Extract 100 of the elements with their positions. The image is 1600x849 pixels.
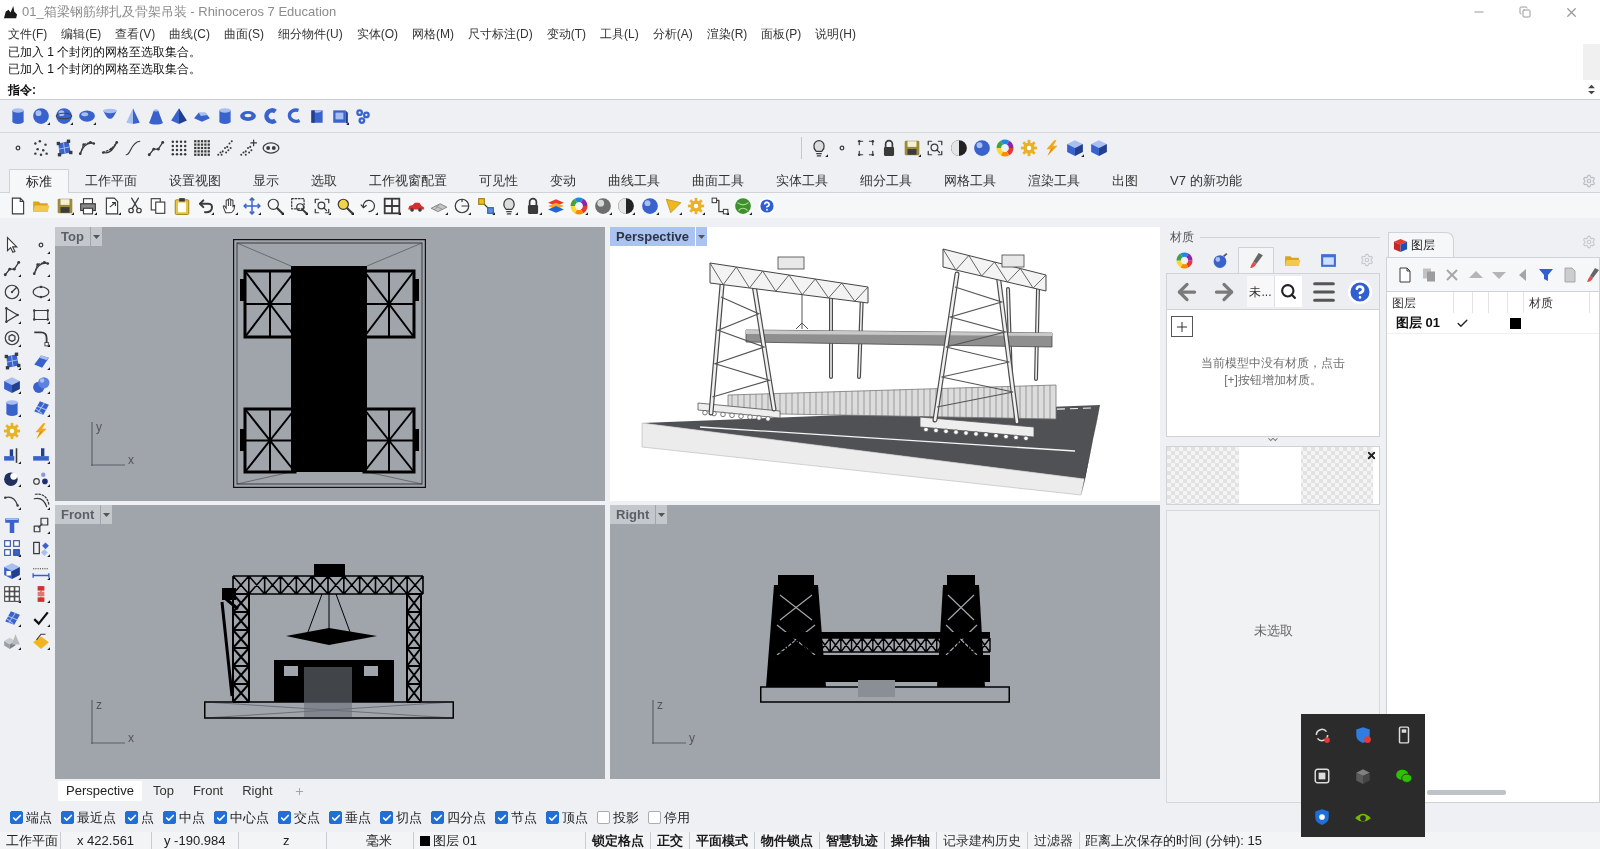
undo-icon[interactable]	[196, 196, 215, 215]
scattered-dots-icon[interactable]	[239, 139, 257, 157]
circle-icon[interactable]	[3, 282, 21, 301]
column-header[interactable]: 图层	[1387, 293, 1453, 312]
curve-icon[interactable]	[124, 139, 142, 157]
connector-icon[interactable]	[710, 196, 729, 215]
zoom-extents-icon[interactable]	[926, 139, 945, 157]
panel-tab[interactable]: 图层	[1388, 232, 1454, 257]
extrusion-icon[interactable]	[308, 107, 326, 125]
toolbar-tab[interactable]: 细分工具	[844, 169, 928, 193]
toolbar-tab[interactable]: 实体工具	[760, 169, 844, 193]
toolbar-tab[interactable]: 出图	[1096, 169, 1154, 193]
checkbox[interactable]	[278, 811, 291, 824]
menu-item[interactable]: 查看(V)	[115, 25, 156, 43]
screen-capture-icon[interactable]	[1312, 766, 1331, 785]
checkbox[interactable]	[329, 811, 342, 824]
split-icon[interactable]	[3, 445, 21, 464]
dot-grid-icon[interactable]	[193, 139, 211, 157]
panel-tab[interactable]	[1238, 247, 1274, 273]
viewport-menu-button[interactable]	[90, 227, 102, 246]
text-icon[interactable]	[3, 515, 21, 534]
cube-icon[interactable]	[1066, 139, 1085, 157]
menu-item[interactable]: 细分物件(U)	[278, 25, 343, 43]
zoom-icon[interactable]	[266, 196, 285, 215]
toolbar-tab[interactable]: 设置视图	[153, 169, 237, 193]
checkbox[interactable]	[380, 811, 393, 824]
nodes-icon[interactable]	[476, 196, 495, 215]
polygon-icon[interactable]	[3, 329, 21, 348]
new-file-icon[interactable]	[9, 196, 27, 215]
offset-icon[interactable]	[32, 492, 50, 511]
layer-name[interactable]: 图层 01	[1387, 313, 1453, 333]
sphere-icon[interactable]	[593, 196, 612, 215]
toolbar-tab[interactable]: V7 的新功能	[1154, 169, 1258, 193]
command-input[interactable]: 指令:	[0, 80, 1583, 99]
menu-item[interactable]: 实体(O)	[356, 25, 398, 43]
shaded-sphere-icon[interactable]	[949, 139, 968, 157]
viewport-menu-button[interactable]	[656, 505, 668, 524]
save-icon[interactable]	[903, 139, 922, 157]
viewport-menu-button[interactable]	[101, 505, 113, 524]
lattice-icon[interactable]	[3, 608, 21, 627]
checkbox[interactable]	[61, 811, 74, 824]
toolbar-tab[interactable]: 显示	[237, 169, 295, 193]
checkbox[interactable]	[214, 811, 227, 824]
viewport-title[interactable]: Top	[55, 227, 90, 246]
scale-icon[interactable]	[32, 515, 50, 534]
shield-icon[interactable]	[1312, 807, 1331, 826]
checkbox[interactable]	[125, 811, 138, 824]
toolbar-tab[interactable]: 变动	[534, 169, 592, 193]
viewport-tab[interactable]: Right	[234, 781, 281, 801]
toolbar-tab[interactable]: 曲线工具	[592, 169, 676, 193]
tube-icon[interactable]	[216, 107, 234, 125]
column-header[interactable]: 材质	[1523, 292, 1590, 313]
lightbulb-icon[interactable]	[810, 139, 828, 157]
checkbox[interactable]	[648, 811, 661, 824]
toolbar-tab[interactable]: 工作平面	[69, 169, 153, 193]
layer-color-swatch[interactable]	[1509, 317, 1521, 329]
menu-item[interactable]: 网格(M)	[412, 25, 454, 43]
move-arrows-icon[interactable]	[242, 196, 261, 215]
help-icon[interactable]	[1347, 278, 1373, 305]
solids-icon[interactable]	[3, 632, 21, 651]
checkbox[interactable]	[163, 811, 176, 824]
cut-icon[interactable]	[125, 196, 144, 215]
lightbulb-icon[interactable]	[500, 196, 519, 215]
spin-arrows-icon[interactable]	[1586, 84, 1597, 95]
filter-field[interactable]: 未...	[1247, 276, 1275, 307]
copy-icon[interactable]	[149, 196, 168, 215]
polygon-icon[interactable]	[3, 305, 21, 324]
brush-icon[interactable]	[1585, 266, 1599, 283]
point-cloud-icon[interactable]	[32, 139, 50, 157]
trim-icon[interactable]	[32, 445, 50, 464]
curve-points-icon[interactable]	[78, 139, 96, 157]
viewport-tab[interactable]: Perspective	[58, 781, 142, 801]
menu-item[interactable]: 曲面(S)	[224, 25, 264, 43]
status-units[interactable]: 毫米	[366, 833, 392, 848]
toolbar-tab[interactable]: 可见性	[463, 169, 534, 193]
status-workplane[interactable]: 工作平面	[6, 833, 58, 848]
save-icon[interactable]	[55, 196, 74, 215]
zoom-selected-icon[interactable]	[336, 196, 355, 215]
viewport-title[interactable]: Right	[610, 505, 656, 524]
menu-item[interactable]: 变动(T)	[546, 25, 586, 43]
toolbar-tab[interactable]: 选取	[295, 169, 353, 193]
menu-item[interactable]: 文件(F)	[8, 25, 48, 43]
status-toggle[interactable]: 记录建构历史	[936, 832, 1027, 849]
menu-item[interactable]: 尺寸标注(D)	[468, 25, 533, 43]
polyline-icon[interactable]	[3, 259, 21, 278]
viewport-tab[interactable]: Top	[144, 781, 182, 801]
surface-points-icon[interactable]	[3, 352, 21, 371]
box-frame-icon[interactable]	[331, 107, 349, 125]
gears-icon[interactable]	[354, 107, 372, 125]
dot-grid-icon[interactable]	[170, 139, 188, 157]
cylinder-icon[interactable]	[3, 399, 21, 418]
spheres-icon[interactable]	[32, 375, 50, 394]
status-toggle[interactable]: 正交	[650, 832, 689, 849]
shaded-sphere-icon[interactable]	[617, 196, 636, 215]
toolbar-tab[interactable]: 工作视窗配置	[353, 169, 463, 193]
bounding-box-icon[interactable]	[856, 139, 875, 157]
curve-icon[interactable]	[32, 259, 50, 278]
menu-item[interactable]: 面板(P)	[761, 25, 802, 43]
paint-bucket-icon[interactable]	[32, 632, 50, 651]
truncated-cone-icon[interactable]	[147, 107, 165, 125]
